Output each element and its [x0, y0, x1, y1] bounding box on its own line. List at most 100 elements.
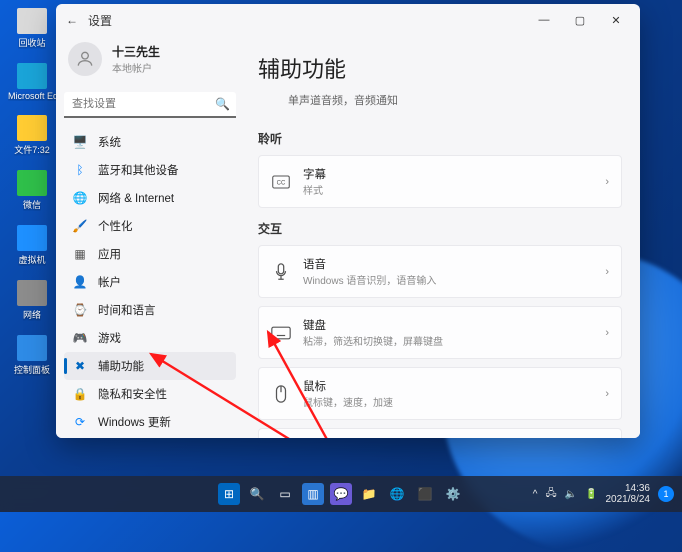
- chevron-right-icon: ›: [605, 176, 609, 188]
- minimize-button[interactable]: —: [526, 6, 562, 34]
- settings-card-mouse[interactable]: 鼠标 鼠标键，速度，加速 ›: [258, 367, 622, 420]
- sidebar-item-personalization[interactable]: 🖌️个性化: [64, 212, 236, 240]
- sidebar-item-gaming[interactable]: 🎮 游戏: [64, 324, 236, 352]
- maximize-button[interactable]: ▢: [562, 6, 598, 34]
- taskbar-settings-icon[interactable]: ⚙️: [442, 483, 464, 505]
- keyboard-icon: [271, 323, 291, 343]
- desktop-icon-6[interactable]: 控制面板: [8, 335, 56, 376]
- desktop-icon-4[interactable]: 虚拟机: [8, 225, 56, 266]
- desktop-icon-img: [17, 115, 47, 141]
- prev-item-sub: 单声道音频，音频通知: [258, 90, 622, 118]
- svg-text:CC: CC: [277, 180, 286, 186]
- sidebar-item-accessibility[interactable]: ✖ 辅助功能: [64, 352, 236, 380]
- captions-icon: CC: [271, 172, 291, 192]
- sidebar-item-system[interactable]: 🖥️系统: [64, 128, 236, 156]
- desktop-icon-3[interactable]: 微信: [8, 170, 56, 211]
- sidebar-item-label: 帐户: [98, 274, 121, 290]
- date-text: 2021/8/24: [606, 494, 651, 505]
- privacy-icon: 🔒: [72, 386, 88, 402]
- desktop-icon-label: 虚拟机: [18, 253, 45, 266]
- sidebar-item-label: 个性化: [98, 218, 133, 234]
- desktop-icon-label: Microsoft Edge: [8, 91, 56, 101]
- desktop-icon-0[interactable]: 回收站: [8, 8, 56, 49]
- update-icon: ⟳: [72, 414, 88, 430]
- account-name: 十三先生: [112, 43, 160, 60]
- battery-icon[interactable]: 🔋: [585, 489, 597, 500]
- desktop-icon-img: [17, 8, 47, 34]
- sidebar-item-apps[interactable]: ▦应用: [64, 240, 236, 268]
- card-title: 字幕: [303, 166, 593, 182]
- network-icon[interactable]: 🖧: [545, 486, 556, 503]
- settings-card-speech[interactable]: 语音 Windows 语音识别，语音输入 ›: [258, 245, 622, 298]
- titlebar: ← 设置 — ▢ ✕: [56, 4, 640, 36]
- taskbar-start-icon[interactable]: ⊞: [218, 483, 240, 505]
- back-button[interactable]: ←: [66, 13, 78, 27]
- sidebar-item-label: 游戏: [98, 330, 121, 346]
- tray-chevron-icon[interactable]: ^: [533, 489, 538, 500]
- app-title: 设置: [88, 12, 112, 29]
- card-subtitle: 鼠标键，速度，加速: [303, 394, 593, 409]
- sidebar-item-bluetooth[interactable]: ᛒ 蓝牙和其他设备: [64, 156, 236, 184]
- settings-card-eye-control[interactable]: 目视控制 眼动追踪仪，文本到语音转换 ›: [258, 428, 622, 438]
- account-block[interactable]: 十三先生 本地帐户: [64, 36, 236, 86]
- sidebar-item-label: 蓝牙和其他设备: [98, 162, 179, 178]
- taskbar-widgets-icon[interactable]: ▥: [302, 483, 324, 505]
- desktop-icon-label: 网络: [23, 308, 41, 321]
- desktop-icon-img: [17, 63, 47, 89]
- section-header: 聆听: [258, 130, 622, 147]
- taskbar-search-icon[interactable]: 🔍: [246, 483, 268, 505]
- avatar-icon: [68, 42, 102, 76]
- sidebar-item-label: 辅助功能: [98, 358, 144, 374]
- chevron-right-icon: ›: [605, 327, 609, 339]
- card-subtitle: Windows 语音识别，语音输入: [303, 272, 593, 287]
- chevron-right-icon: ›: [605, 266, 609, 278]
- desktop-icon-label: 控制面板: [14, 363, 50, 376]
- search-box[interactable]: 🔍: [64, 92, 236, 118]
- bluetooth-icon: ᛒ: [72, 162, 88, 178]
- main-panel: 辅助功能 单声道音频，音频通知 聆听CC 字幕 样式 ›交互 语音 Window…: [244, 36, 640, 438]
- sidebar-item-label: 网络 & Internet: [98, 190, 174, 206]
- time-language-icon: ⌚: [72, 302, 88, 318]
- sidebar-item-update[interactable]: ⟳ Windows 更新: [64, 408, 236, 436]
- settings-card-captions[interactable]: CC 字幕 样式 ›: [258, 155, 622, 208]
- taskbar-explorer-icon[interactable]: 📁: [358, 483, 380, 505]
- taskbar-edge-icon[interactable]: 🌐: [386, 483, 408, 505]
- gaming-icon: 🎮: [72, 330, 88, 346]
- taskbar-chat-icon[interactable]: 💬: [330, 483, 352, 505]
- time-text: 14:36: [606, 483, 651, 494]
- mouse-icon: [271, 384, 291, 404]
- sidebar-item-time-language[interactable]: ⌚时间和语言: [64, 296, 236, 324]
- account-sub: 本地帐户: [112, 60, 160, 75]
- settings-card-keyboard[interactable]: 键盘 粘滞，筛选和切换键，屏幕键盘 ›: [258, 306, 622, 359]
- desktop-icon-1[interactable]: Microsoft Edge: [8, 63, 56, 101]
- system-tray[interactable]: ^ 🖧 🔈 🔋 14:36 2021/8/24 1: [533, 483, 674, 505]
- search-input[interactable]: [64, 92, 236, 118]
- section-header: 交互: [258, 220, 622, 237]
- card-subtitle: 样式: [303, 182, 593, 197]
- sidebar-item-network[interactable]: 🌐 网络 & Internet: [64, 184, 236, 212]
- sidebar-item-label: Windows 更新: [98, 414, 171, 430]
- volume-icon[interactable]: 🔈: [565, 489, 577, 500]
- network-icon: 🌐: [72, 190, 88, 206]
- notification-badge[interactable]: 1: [658, 486, 674, 502]
- desktop-icon-label: 文件7:32: [14, 143, 50, 156]
- sidebar: 十三先生 本地帐户 🔍 🖥️系统 ᛒ 蓝牙和其他设备 🌐 网络 & Internet 🖌️…: [56, 36, 244, 438]
- card-title: 键盘: [303, 317, 593, 333]
- chevron-right-icon: ›: [605, 388, 609, 400]
- clock[interactable]: 14:36 2021/8/24: [606, 483, 651, 505]
- desktop-icon-img: [17, 280, 47, 306]
- taskbar-taskview-icon[interactable]: ▭: [274, 483, 296, 505]
- desktop-icon-5[interactable]: 网络: [8, 280, 56, 321]
- sidebar-item-label: 隐私和安全性: [98, 386, 167, 402]
- desktop-icon-label: 回收站: [18, 36, 45, 49]
- close-button[interactable]: ✕: [598, 6, 634, 34]
- desktop-icon-2[interactable]: 文件7:32: [8, 115, 56, 156]
- taskbar-store-icon[interactable]: ⬛: [414, 483, 436, 505]
- search-icon: 🔍: [215, 97, 230, 111]
- sidebar-item-accounts[interactable]: 👤帐户: [64, 268, 236, 296]
- desktop-icon-label: 微信: [23, 198, 41, 211]
- accessibility-icon: ✖: [72, 358, 88, 374]
- desktop-icon-img: [17, 335, 47, 361]
- sidebar-item-label: 系统: [98, 134, 121, 150]
- sidebar-item-privacy[interactable]: 🔒 隐私和安全性: [64, 380, 236, 408]
